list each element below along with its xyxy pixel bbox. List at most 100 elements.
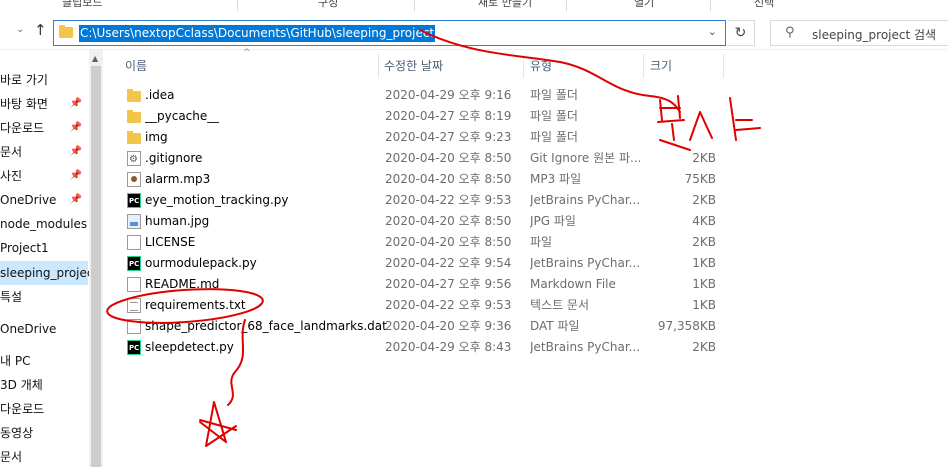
file-name: LICENSE — [145, 235, 196, 249]
column-divider[interactable] — [643, 54, 644, 78]
sidebar-item-label: 바탕 화면 — [0, 97, 48, 111]
scroll-up-arrow-icon[interactable]: ▲ — [92, 54, 98, 63]
table-row[interactable]: ourmodulepack.py 2020-04-22 오후 9:54 JetB… — [103, 253, 723, 275]
file-size: 1KB — [692, 277, 716, 291]
file-type: 텍스트 문서 — [530, 298, 590, 312]
sidebar-item-downloads-pc[interactable]: 다운로드 — [0, 397, 88, 421]
pin-icon: 📌 — [69, 170, 82, 181]
file-modified: 2020-04-22 오후 9:53 — [385, 193, 512, 207]
sidebar-item-documents-pc[interactable]: 문서 — [0, 445, 88, 467]
sidebar-item-videos[interactable]: 동영상 — [0, 421, 88, 445]
table-row[interactable]: img 2020-04-27 오후 9:23 파일 폴더 — [103, 127, 723, 148]
pin-icon: 📌 — [69, 146, 82, 157]
file-type: JPG 파일 — [530, 214, 576, 228]
file-name: README.md — [145, 277, 220, 291]
gear-file-icon — [127, 149, 141, 170]
file-modified: 2020-04-27 오후 9:23 — [385, 130, 512, 144]
sidebar-item-sleeping-project[interactable]: sleeping_project — [0, 261, 90, 285]
pycharm-icon — [127, 254, 141, 275]
up-arrow-icon[interactable]: ↑ — [34, 21, 47, 39]
sidebar-item-special[interactable]: 특설 — [0, 285, 88, 309]
sidebar-item-documents[interactable]: 문서 📌 — [0, 140, 88, 164]
file-modified: 2020-04-20 오후 8:50 — [385, 172, 512, 186]
file-type: 파일 폴더 — [530, 109, 578, 123]
sidebar-item-desktop[interactable]: 바탕 화면 📌 — [0, 92, 88, 116]
file-size: 4KB — [692, 214, 716, 228]
table-row[interactable]: .gitignore 2020-04-20 오후 8:50 Git Ignore… — [103, 148, 723, 170]
sidebar-item-label: sleeping_project — [0, 266, 90, 280]
file-list: ^ 이름 수정한 날짜 유형 크기 .idea 2020-04-29 오후 9:… — [103, 48, 948, 467]
sidebar-item-label: 다운로드 — [0, 402, 45, 416]
address-field[interactable]: C:\Users\nextopCclass\Documents\GitHub\s… — [53, 20, 726, 46]
column-divider[interactable] — [723, 54, 724, 78]
recent-locations-chevron-icon[interactable]: ⌄ — [16, 24, 24, 35]
sidebar-item-onedrive-pinned[interactable]: OneDrive 📌 — [0, 188, 88, 212]
file-modified: 2020-04-22 오후 9:54 — [385, 256, 512, 270]
sidebar-item-label: OneDrive — [0, 322, 57, 336]
refresh-button[interactable]: ↻ — [727, 20, 755, 46]
sidebar-item-pictures[interactable]: 사진 📌 — [0, 164, 88, 188]
search-icon: ⚲ — [785, 25, 795, 40]
sidebar-item-node-modules[interactable]: node_modules — [0, 212, 88, 236]
sidebar-item-3d-objects[interactable]: 3D 개체 — [0, 373, 88, 397]
file-modified: 2020-04-20 오후 8:50 — [385, 235, 512, 249]
file-type: 파일 — [530, 235, 553, 249]
table-row[interactable]: __pycache__ 2020-04-27 오후 8:19 파일 폴더 — [103, 106, 723, 127]
column-header-size[interactable]: 크기 — [650, 50, 672, 82]
file-modified: 2020-04-29 오후 9:16 — [385, 88, 512, 102]
file-modified: 2020-04-22 오후 9:53 — [385, 298, 512, 312]
file-type: DAT 파일 — [530, 319, 580, 333]
column-header-type[interactable]: 유형 — [530, 50, 552, 82]
file-size: 2KB — [692, 151, 716, 165]
file-name: eye_motion_tracking.py — [145, 193, 289, 207]
sort-ascending-icon: ^ — [243, 48, 251, 58]
table-row[interactable]: README.md 2020-04-27 오후 9:56 Markdown Fi… — [103, 274, 723, 295]
file-name: requirements.txt — [145, 298, 246, 312]
file-name: .idea — [145, 88, 175, 102]
sidebar-scrollbar[interactable]: ▲ — [89, 50, 103, 467]
column-divider[interactable] — [378, 54, 379, 78]
file-name: human.jpg — [145, 214, 210, 228]
table-row[interactable]: .idea 2020-04-29 오후 9:16 파일 폴더 — [103, 85, 723, 106]
sidebar-item-label: 바로 가기 — [0, 73, 48, 87]
file-name: alarm.mp3 — [145, 172, 211, 186]
table-row[interactable]: shape_predictor_68_face_landmarks.dat 20… — [103, 316, 723, 337]
scroll-thumb[interactable] — [91, 66, 101, 467]
sidebar-item-downloads[interactable]: 다운로드 📌 — [0, 116, 88, 140]
sidebar-item-label: Project1 — [0, 241, 49, 255]
file-name: __pycache__ — [145, 109, 220, 123]
table-row[interactable]: human.jpg 2020-04-20 오후 8:50 JPG 파일 4KB — [103, 211, 723, 232]
table-row[interactable]: sleepdetect.py 2020-04-29 오후 8:43 JetBra… — [103, 337, 723, 359]
ribbon-divider — [566, 0, 567, 11]
folder-icon — [59, 25, 73, 38]
file-modified: 2020-04-20 오후 8:50 — [385, 151, 512, 165]
table-row[interactable]: alarm.mp3 2020-04-20 오후 8:50 MP3 파일 75KB — [103, 169, 723, 190]
ribbon-label-open: 열기 — [634, 0, 655, 9]
text-file-icon — [127, 298, 141, 313]
address-path-text[interactable]: C:\Users\nextopCclass\Documents\GitHub\s… — [79, 25, 436, 42]
file-name: ourmodulepack.py — [145, 256, 257, 270]
chevron-down-icon[interactable]: ⌄ — [708, 25, 717, 38]
table-row[interactable]: eye_motion_tracking.py 2020-04-22 오후 9:5… — [103, 190, 723, 212]
file-modified: 2020-04-20 오후 8:50 — [385, 214, 512, 228]
sidebar-item-project1[interactable]: Project1 — [0, 236, 88, 260]
sidebar-item-this-pc[interactable]: 내 PC — [0, 349, 88, 373]
blank-file-icon — [127, 277, 141, 292]
file-type: Git Ignore 원본 파... — [530, 151, 640, 165]
blank-file-icon — [127, 319, 141, 334]
search-input[interactable]: ⚲ sleeping_project 검색 — [770, 20, 948, 46]
column-divider[interactable] — [523, 54, 524, 78]
sidebar-item-onedrive[interactable]: OneDrive — [0, 317, 88, 341]
ribbon-group-labels: 클립보드 구성 새로 만들기 열기 선택 — [0, 0, 948, 12]
sidebar-item-quick-access[interactable]: 바로 가기 — [0, 68, 88, 92]
column-header-modified[interactable]: 수정한 날짜 — [384, 50, 443, 82]
pycharm-icon — [127, 191, 141, 212]
file-modified: 2020-04-27 오후 8:19 — [385, 109, 512, 123]
blank-file-icon — [127, 235, 141, 250]
sidebar-item-label: 3D 개체 — [0, 378, 43, 392]
sidebar-item-label: 문서 — [0, 450, 23, 464]
table-row[interactable]: requirements.txt 2020-04-22 오후 9:53 텍스트 … — [103, 295, 723, 316]
sidebar-item-label: node_modules — [0, 217, 88, 231]
table-row[interactable]: LICENSE 2020-04-20 오후 8:50 파일 2KB — [103, 232, 723, 253]
column-header-name[interactable]: 이름 — [125, 50, 147, 82]
